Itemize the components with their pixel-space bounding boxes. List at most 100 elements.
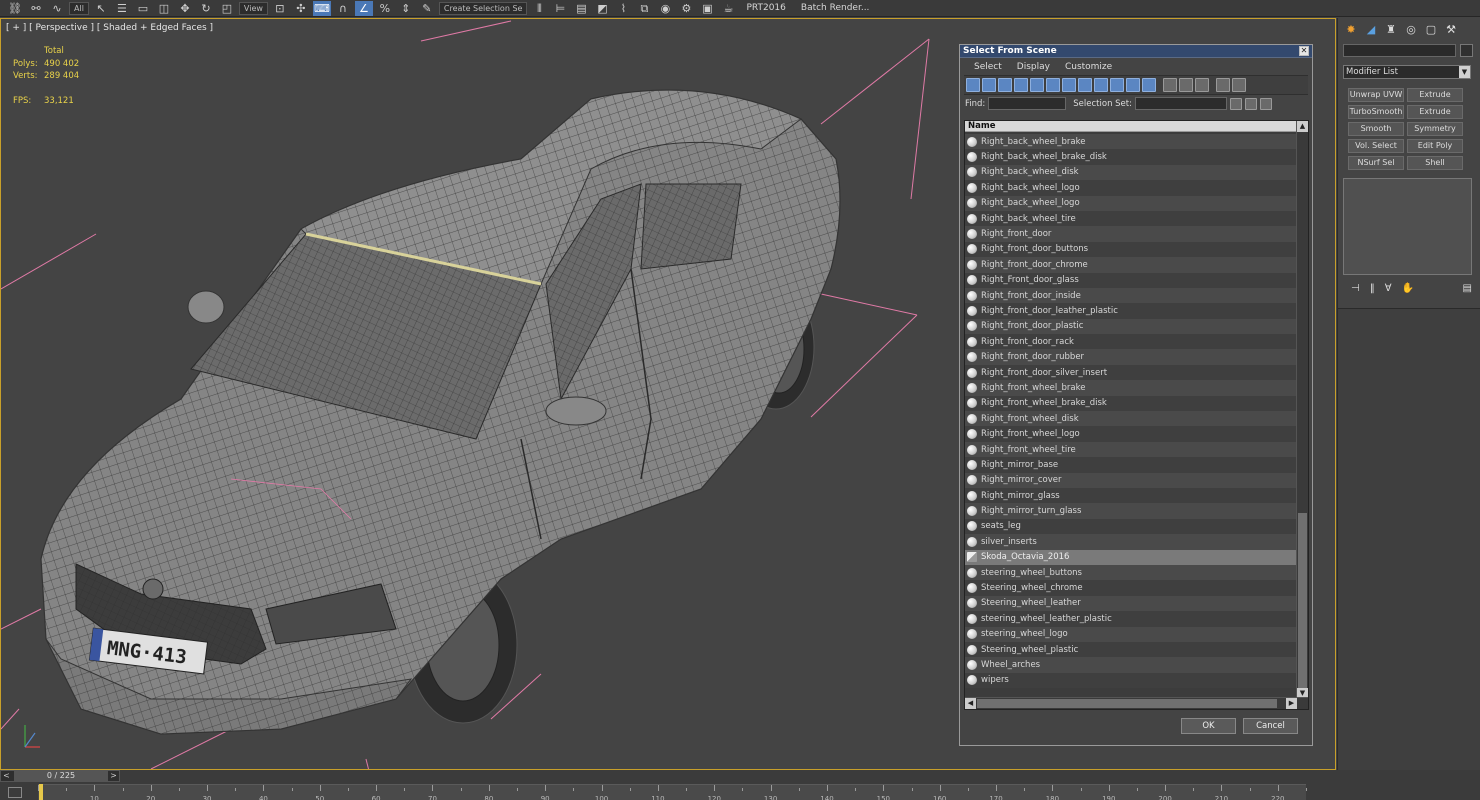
viewport-label[interactable]: [ + ] [ Perspective ] [ Shaded + Edged F…: [6, 23, 213, 33]
prev-frame-icon[interactable]: <: [1, 771, 12, 781]
graphite-icon[interactable]: ◩: [593, 1, 611, 16]
display-xrefs-icon[interactable]: [1078, 78, 1092, 92]
pivot-icon[interactable]: ⊡: [271, 1, 289, 16]
mirror-icon[interactable]: ⫴: [530, 1, 548, 16]
display-cameras-icon[interactable]: [1014, 78, 1028, 92]
pin-stack-icon[interactable]: ⊣: [1351, 283, 1360, 294]
selection-set-dropdown[interactable]: [1134, 97, 1227, 110]
snap-icon[interactable]: ∩: [334, 1, 352, 16]
scale-icon[interactable]: ◰: [218, 1, 236, 16]
list-item[interactable]: Right_front_door_rack: [965, 334, 1297, 350]
menu-customize[interactable]: Customize: [1065, 62, 1112, 72]
material-editor-icon[interactable]: ◉: [656, 1, 674, 16]
edit-named-sel-icon[interactable]: ✎: [418, 1, 436, 16]
display-lights-icon[interactable]: [998, 78, 1012, 92]
list-item[interactable]: Right_front_wheel_brake_disk: [965, 395, 1297, 412]
manipulate-icon[interactable]: ✣: [292, 1, 310, 16]
list-item[interactable]: Steering_wheel_leather: [965, 595, 1297, 612]
modifier-list-dropdown[interactable]: Modifier List ▼: [1343, 65, 1471, 79]
show-end-result-icon[interactable]: ‖: [1370, 283, 1375, 294]
list-item[interactable]: wipers: [965, 672, 1297, 689]
object-color-swatch[interactable]: [1460, 44, 1473, 57]
list-item[interactable]: Right_back_wheel_tire: [965, 210, 1297, 227]
display-hidden-icon[interactable]: [1142, 78, 1156, 92]
move-icon[interactable]: ✥: [176, 1, 194, 16]
find-input[interactable]: [988, 97, 1067, 110]
rect-select-icon[interactable]: ▭: [134, 1, 152, 16]
ok-button[interactable]: OK: [1181, 718, 1236, 734]
object-name-field[interactable]: [1343, 44, 1456, 57]
list-item[interactable]: Right_front_door_silver_insert: [965, 364, 1297, 381]
modifier-extrude-button[interactable]: Extrude: [1407, 88, 1463, 102]
select-invert-icon[interactable]: [1195, 78, 1209, 92]
list-item[interactable]: Right_front_door_buttons: [965, 241, 1297, 258]
list-item[interactable]: Right_front_door_chrome: [965, 257, 1297, 273]
display-tab-icon[interactable]: ▢: [1424, 23, 1438, 37]
list-item[interactable]: Right_back_wheel_logo: [965, 195, 1297, 211]
layer-icon[interactable]: ▤: [572, 1, 590, 16]
select-all-icon[interactable]: [1163, 78, 1177, 92]
column-header-name[interactable]: Name: [965, 121, 1308, 132]
link-icon[interactable]: ⛓: [6, 1, 24, 16]
vertical-scrollbar[interactable]: ▲ ▼: [1296, 121, 1308, 699]
batch-render-button[interactable]: Batch Render...: [795, 3, 876, 13]
track-bar[interactable]: 10 20 30 40 50 60 70 80 90 100 110 120 130 140 150 160 1…: [38, 784, 1307, 800]
select-none-icon[interactable]: [1179, 78, 1193, 92]
spinner-snap-icon[interactable]: ⇕: [397, 1, 415, 16]
modifier-extrude-button-2[interactable]: Extrude: [1407, 105, 1463, 119]
selection-filter-dropdown[interactable]: All: [69, 1, 89, 15]
list-item[interactable]: Right_front_door: [965, 226, 1297, 242]
list-item[interactable]: Right_front_wheel_disk: [965, 411, 1297, 427]
keyboard-shortcut-icon[interactable]: ⌨: [312, 0, 331, 16]
select-by-name-icon[interactable]: ☰: [113, 1, 131, 16]
close-icon[interactable]: ✕: [1299, 46, 1309, 56]
scroll-thumb[interactable]: [1298, 513, 1307, 693]
make-unique-icon[interactable]: ∀: [1385, 283, 1392, 294]
modifier-smooth-button[interactable]: Smooth: [1348, 122, 1404, 136]
scroll-right-icon[interactable]: ▶: [1286, 698, 1297, 709]
modify-tab-icon[interactable]: ◢: [1364, 23, 1378, 37]
list-item[interactable]: Right_front_wheel_tire: [965, 441, 1297, 458]
list-item[interactable]: Right_back_wheel_brake_disk: [965, 149, 1297, 165]
display-geometry-icon[interactable]: [966, 78, 980, 92]
modifier-stack[interactable]: [1343, 178, 1472, 275]
edit-selset-icon[interactable]: [1244, 97, 1257, 110]
list-item[interactable]: steering_wheel_leather_plastic: [965, 611, 1297, 627]
reference-coord-dropdown[interactable]: View: [238, 1, 268, 15]
list-item[interactable]: Right_back_wheel_logo: [965, 180, 1297, 196]
list-item[interactable]: silver_inserts: [965, 534, 1297, 550]
render-icon[interactable]: ☕: [719, 1, 737, 16]
modifier-turbosmooth-button[interactable]: TurboSmooth: [1348, 105, 1404, 119]
named-selection-dropdown[interactable]: Create Selection Se: [438, 1, 528, 15]
utilities-tab-icon[interactable]: ⚒: [1444, 23, 1458, 37]
chevron-down-icon[interactable]: ▼: [1459, 66, 1470, 78]
list-item[interactable]: Steering_wheel_chrome: [965, 580, 1297, 596]
display-helpers-icon[interactable]: [1030, 78, 1044, 92]
configure-sets-icon[interactable]: ▤: [1463, 283, 1472, 294]
list-item[interactable]: Right_mirror_glass: [965, 487, 1297, 504]
display-frozen-icon[interactable]: [1126, 78, 1140, 92]
modifier-nsurf-sel-button[interactable]: NSurf Sel: [1348, 156, 1404, 170]
list-item[interactable]: Steering_wheel_plastic: [965, 641, 1297, 658]
render-frame-icon[interactable]: ▣: [698, 1, 716, 16]
filter-icon[interactable]: [1216, 78, 1230, 92]
time-marker[interactable]: [39, 784, 43, 800]
list-item[interactable]: steering_wheel_buttons: [965, 564, 1297, 581]
bind-spacewarp-icon[interactable]: ∿: [48, 1, 66, 16]
create-tab-icon[interactable]: ✸: [1344, 23, 1358, 37]
schematic-icon[interactable]: ⧉: [635, 1, 653, 16]
list-item[interactable]: Wheel_arches: [965, 657, 1297, 673]
scroll-left-icon[interactable]: ◀: [965, 698, 976, 709]
display-containers-icon[interactable]: [1110, 78, 1124, 92]
unlink-icon[interactable]: ⚯: [27, 1, 45, 16]
list-item[interactable]: Right_mirror_turn_glass: [965, 503, 1297, 519]
frame-counter[interactable]: 0 / 225: [14, 771, 108, 781]
list-item[interactable]: Right_Front_door_glass: [965, 272, 1297, 288]
filter-settings-icon[interactable]: [1232, 78, 1246, 92]
hierarchy-tab-icon[interactable]: ♜: [1384, 23, 1398, 37]
list-item[interactable]: Right_back_wheel_disk: [965, 164, 1297, 181]
scroll-up-icon[interactable]: ▲: [1297, 121, 1308, 132]
align-icon[interactable]: ⊨: [551, 1, 569, 16]
time-slider[interactable]: < 0 / 225 >: [0, 770, 120, 782]
angle-snap-icon[interactable]: ∠: [354, 0, 373, 16]
